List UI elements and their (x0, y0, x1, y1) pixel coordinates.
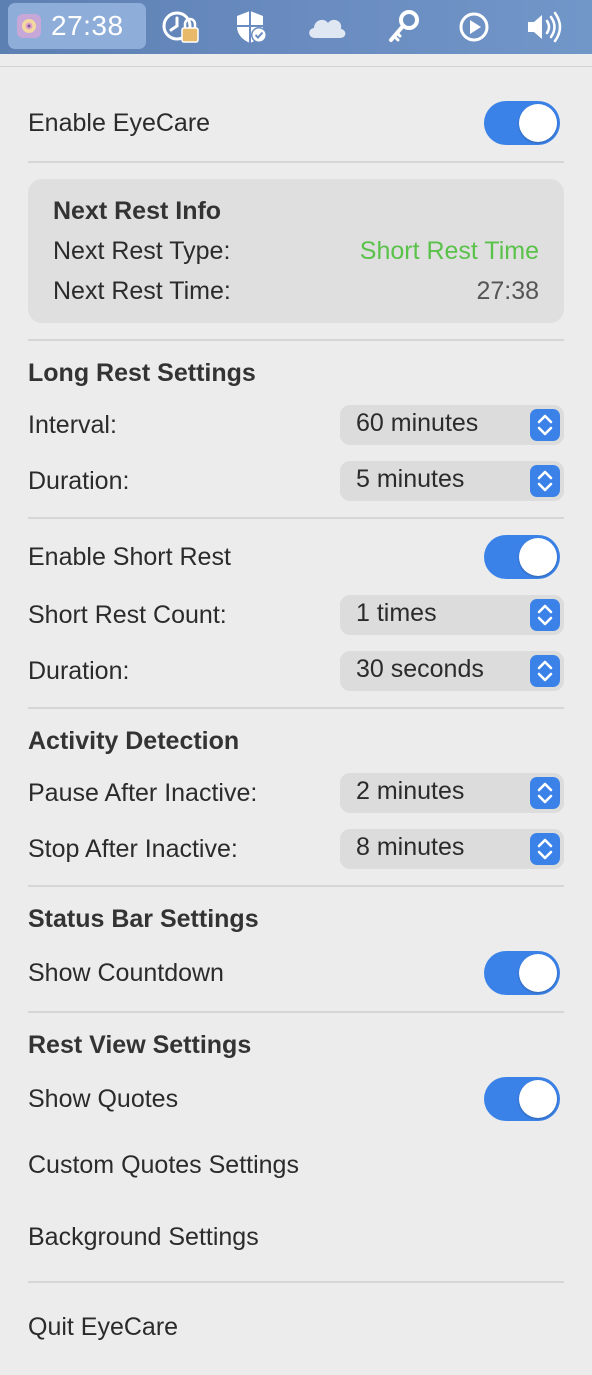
toggle-knob (519, 954, 557, 992)
divider (28, 1011, 564, 1013)
toggle-knob (519, 1080, 557, 1118)
stop-after-inactive-select[interactable]: 8 minutes (340, 829, 564, 869)
status-bar-settings-heading: Status Bar Settings (28, 905, 259, 933)
long-rest-interval-select[interactable]: 60 minutes (340, 405, 564, 445)
eyecare-app-icon (17, 14, 41, 38)
select-value: 1 times (356, 599, 437, 627)
speaker-icon[interactable] (524, 8, 564, 46)
toggle-knob (519, 538, 557, 576)
menu-bar: 27:38 (0, 0, 592, 54)
select-value: 2 minutes (356, 777, 465, 805)
divider (28, 707, 564, 709)
enable-eyecare-label: Enable EyeCare (28, 109, 211, 137)
long-rest-duration-label: Duration: (28, 467, 130, 495)
select-value: 30 seconds (356, 655, 484, 683)
enable-short-rest-label: Enable Short Rest (28, 543, 231, 571)
next-rest-info-box: Next Rest Info Next Rest Type: Short Res… (28, 179, 564, 323)
quit-eyecare-item[interactable]: Quit EyeCare (28, 1313, 178, 1342)
next-rest-type-label: Next Rest Type: (53, 237, 231, 265)
chevron-updown-icon (530, 833, 560, 865)
key-icon[interactable] (384, 8, 424, 46)
show-quotes-toggle[interactable] (484, 1077, 560, 1121)
show-countdown-toggle[interactable] (484, 951, 560, 995)
short-rest-count-label: Short Rest Count: (28, 601, 227, 629)
cloud-icon[interactable] (305, 8, 349, 46)
divider (28, 1281, 564, 1283)
stop-after-inactive-label: Stop After Inactive: (28, 835, 238, 863)
divider (28, 339, 564, 341)
long-rest-interval-label: Interval: (28, 411, 117, 439)
enable-short-rest-toggle[interactable] (484, 535, 560, 579)
short-rest-count-select[interactable]: 1 times (340, 595, 564, 635)
background-settings-item[interactable]: Background Settings (28, 1223, 259, 1252)
activity-detection-heading: Activity Detection (28, 727, 240, 755)
select-value: 60 minutes (356, 409, 479, 437)
eyecare-menu-panel: Enable EyeCare Next Rest Info Next Rest … (0, 66, 592, 1375)
chevron-updown-icon (530, 655, 560, 687)
countdown-clock: 27:38 (51, 10, 124, 41)
divider (28, 517, 564, 519)
select-value: 5 minutes (356, 465, 465, 493)
short-rest-duration-label: Duration: (28, 657, 130, 685)
show-countdown-label: Show Countdown (28, 959, 224, 987)
eyecare-status-item[interactable]: 27:38 (8, 3, 146, 49)
enable-eyecare-toggle[interactable] (484, 101, 560, 145)
short-rest-duration-select[interactable]: 30 seconds (340, 651, 564, 691)
next-rest-type-value: Short Rest Time (359, 237, 539, 265)
long-rest-settings-heading: Long Rest Settings (28, 359, 256, 387)
next-rest-time-value: 27:38 (476, 277, 539, 305)
shield-check-icon[interactable] (232, 8, 272, 46)
chevron-updown-icon (530, 409, 560, 441)
divider (28, 161, 564, 163)
long-rest-duration-select[interactable]: 5 minutes (340, 461, 564, 501)
chevron-updown-icon (530, 599, 560, 631)
rest-view-settings-heading: Rest View Settings (28, 1031, 252, 1059)
select-value: 8 minutes (356, 833, 465, 861)
custom-quotes-settings-item[interactable]: Custom Quotes Settings (28, 1151, 299, 1180)
pause-after-inactive-label: Pause After Inactive: (28, 779, 258, 807)
next-rest-time-label: Next Rest Time: (53, 277, 231, 305)
show-quotes-label: Show Quotes (28, 1085, 179, 1113)
divider (28, 885, 564, 887)
toggle-knob (519, 104, 557, 142)
next-rest-info-title: Next Rest Info (53, 197, 222, 225)
pause-after-inactive-select[interactable]: 2 minutes (340, 773, 564, 813)
play-circle-icon[interactable] (454, 8, 494, 46)
chevron-updown-icon (530, 777, 560, 809)
clock-lock-icon[interactable] (160, 8, 200, 46)
chevron-updown-icon (530, 465, 560, 497)
